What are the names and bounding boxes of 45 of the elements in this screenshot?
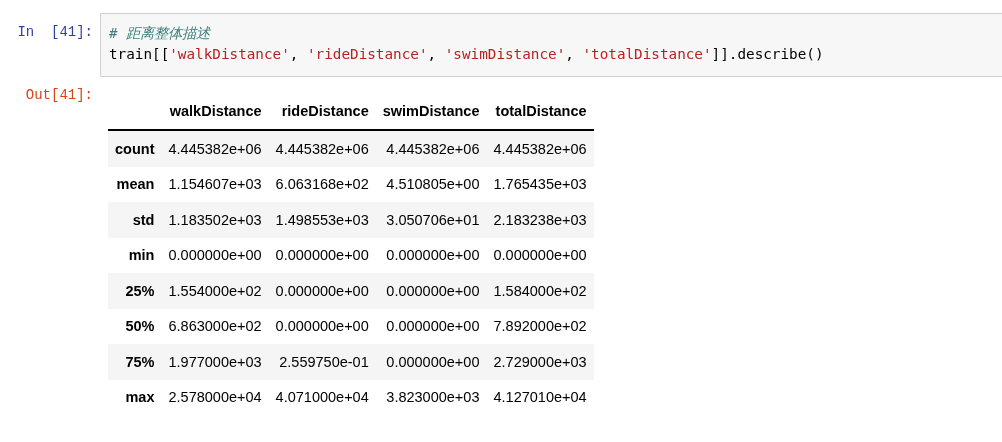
table-cell: 0.000000e+00 [486,237,594,273]
code-line: # 距离整体描述 [109,24,212,43]
table-cell: 0.000000e+00 [268,273,376,309]
row-header: min [108,237,162,273]
table-cell: 2.578000e+04 [161,379,269,415]
row-header: mean [108,166,162,202]
table-cell: 1.498553e+03 [268,202,376,238]
table-cell: 0.000000e+00 [375,344,487,380]
table-cell: 1.584000e+02 [486,273,594,309]
table-cell: 2.183238e+03 [486,202,594,238]
table-cell: 3.050706e+01 [375,202,487,238]
table-cell: 4.127010e+04 [486,379,594,415]
table-cell: 7.892000e+02 [486,308,594,344]
row-header: 25% [108,273,162,309]
table-cell: 6.063168e+02 [268,166,376,202]
table-cell: 0.000000e+00 [375,237,487,273]
table-cell: 1.977000e+03 [161,344,269,380]
table-cell: 4.445382e+06 [375,130,487,167]
row-header: max [108,379,162,415]
table-cell: 1.154607e+03 [161,166,269,202]
table-cell: 0.000000e+00 [375,308,487,344]
table-cell: 4.510805e+00 [375,166,487,202]
output-prompt: Out[41]: [24,87,94,103]
table-cell: 0.000000e+00 [375,273,487,309]
row-header: 75% [108,344,162,380]
input-prompt: In [41]: [16,23,94,40]
table-cell: 2.729000e+03 [486,344,594,380]
table-cell: 3.823000e+03 [375,379,487,415]
code-line: train[['walkDistance', 'rideDistance', 'swimDistance', 'totalDistance']].describe() [109,45,825,64]
table-cell: 0.000000e+00 [161,237,269,273]
row-header: std [108,202,162,238]
code-input[interactable]: # 距离整体描述 train[['walkDistance', 'rideDistance', 'swimDistance', 'totalDistance']].describe() [100,13,1002,77]
table-cell: 1.183502e+03 [161,202,269,238]
table-cell: 1.765435e+03 [486,166,594,202]
table-cell: 4.445382e+06 [161,130,269,167]
table-cell: 6.863000e+02 [161,308,269,344]
table-cell: 0.000000e+00 [268,237,376,273]
row-header: 50% [108,308,162,344]
table-cell: 0.000000e+00 [268,308,376,344]
table-cell: 2.559750e-01 [268,344,376,380]
row-header: count [108,130,162,167]
table-cell: 4.445382e+06 [486,130,594,167]
table-cell: 1.554000e+02 [161,273,269,309]
table-cell: 4.445382e+06 [268,130,376,167]
table-cell: 4.071000e+04 [268,379,376,415]
